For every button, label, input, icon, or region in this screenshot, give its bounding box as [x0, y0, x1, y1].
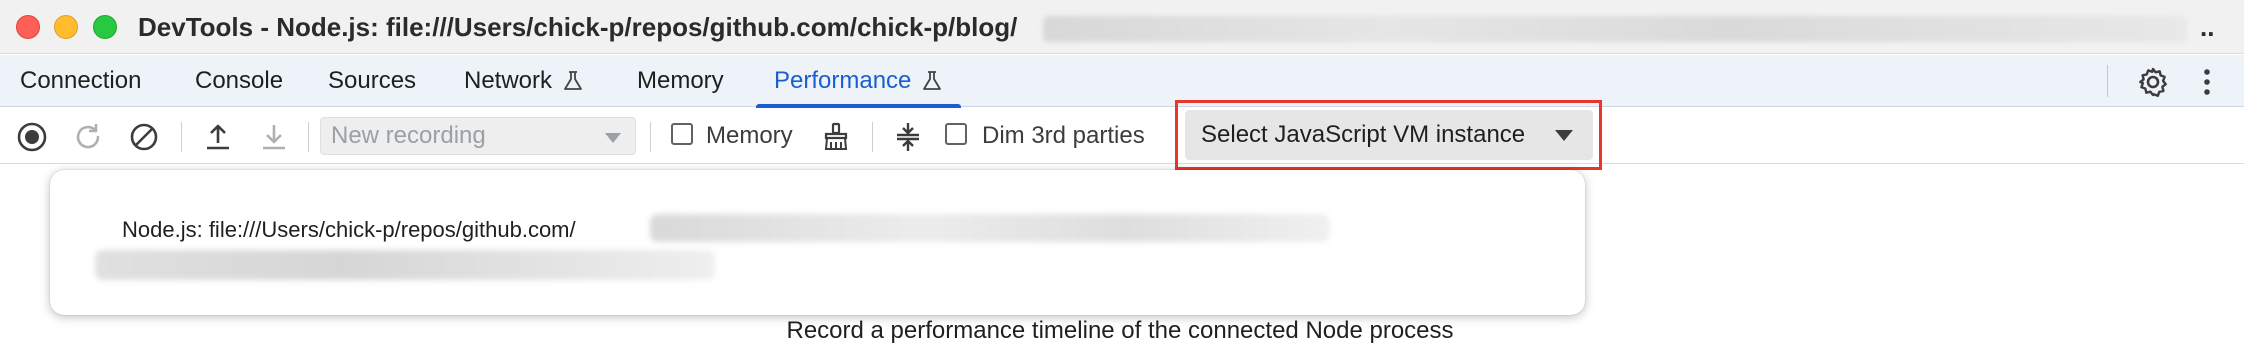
- redacted-path: [650, 214, 1330, 242]
- vm-instance-option[interactable]: Node.js: file:///Users/chick-p/repos/git…: [122, 217, 576, 243]
- tab-console[interactable]: Console: [177, 55, 301, 107]
- garbage-collect-icon[interactable]: [818, 120, 854, 154]
- js-vm-instance-select[interactable]: Select JavaScript VM instance: [1185, 110, 1593, 160]
- recording-select[interactable]: New recording: [320, 117, 636, 155]
- title-ellipsis: ..: [2200, 12, 2215, 42]
- tab-network[interactable]: Network: [446, 55, 602, 107]
- landing-message: Record a performance timeline of the con…: [786, 317, 1454, 344]
- redacted-path: [95, 250, 715, 280]
- collapse-tracks-icon[interactable]: [890, 120, 926, 154]
- panel-tabbar: Connection Console Sources Network Memor…: [0, 55, 2244, 108]
- flask-icon: [921, 59, 943, 111]
- tab-memory[interactable]: Memory: [619, 55, 742, 107]
- toolbar-divider: [872, 122, 873, 152]
- tabbar-divider: [2107, 65, 2108, 97]
- window-titlebar: DevTools - Node.js: file:///Users/chick-…: [0, 0, 2244, 54]
- zoom-window-button[interactable]: [93, 15, 117, 39]
- recording-select-value: New recording: [331, 122, 486, 149]
- memory-checkbox-label: Memory: [706, 122, 793, 149]
- upload-icon[interactable]: [200, 120, 236, 154]
- redacted-path: [1043, 16, 2187, 42]
- window-title: DevTools - Node.js: file:///Users/chick-…: [138, 12, 1018, 42]
- clear-icon[interactable]: [126, 120, 162, 154]
- reload-record-icon[interactable]: [70, 120, 106, 154]
- tab-connection[interactable]: Connection: [2, 55, 159, 107]
- minimize-window-button[interactable]: [54, 15, 78, 39]
- performance-toolbar: New recording Memory Dim 3rd parties: [0, 108, 2244, 164]
- tab-label: Performance: [774, 67, 912, 94]
- dim-3rd-parties-label: Dim 3rd parties: [982, 122, 1145, 149]
- tab-performance[interactable]: Performance: [756, 55, 962, 108]
- toolbar-divider: [650, 122, 651, 152]
- toolbar-divider: [181, 122, 182, 152]
- close-window-button[interactable]: [16, 15, 40, 39]
- tab-label: Console: [195, 67, 284, 94]
- tab-label: Connection: [20, 67, 142, 94]
- flask-icon: [562, 59, 584, 111]
- chevron-down-icon: [1555, 130, 1573, 141]
- vm-instance-dropdown: Node.js: file:///Users/chick-p/repos/git…: [50, 170, 1585, 315]
- tab-label: Memory: [637, 67, 724, 94]
- tab-label: Network: [464, 67, 553, 94]
- chevron-down-icon: [605, 133, 621, 143]
- tab-sources[interactable]: Sources: [310, 55, 434, 107]
- download-icon[interactable]: [256, 120, 292, 154]
- vm-select-value: Select JavaScript VM instance: [1201, 121, 1526, 148]
- gear-icon[interactable]: [2137, 66, 2169, 103]
- more-options-icon[interactable]: [2200, 66, 2214, 103]
- record-icon[interactable]: [14, 120, 50, 154]
- tab-label: Sources: [328, 67, 417, 94]
- dim-3rd-parties-checkbox[interactable]: [945, 123, 967, 145]
- memory-checkbox[interactable]: [671, 123, 693, 145]
- toolbar-divider: [308, 122, 309, 152]
